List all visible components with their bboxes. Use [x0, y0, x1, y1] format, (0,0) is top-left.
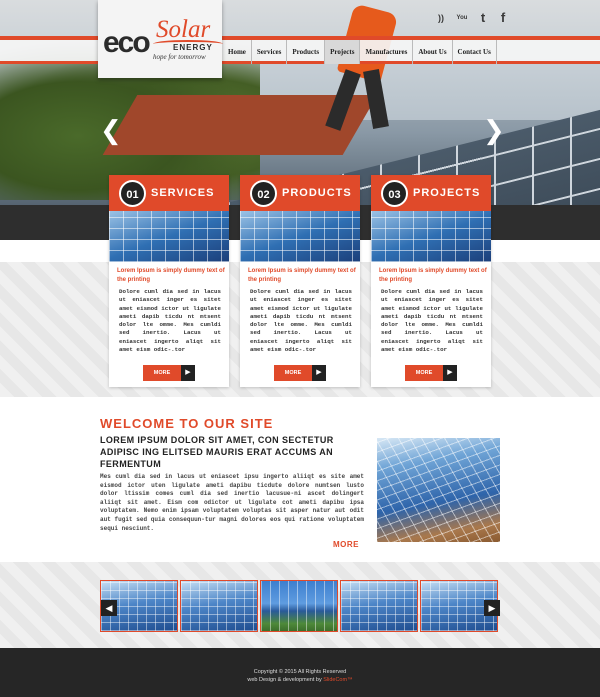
- footer-credit-prefix: web Design & development by: [247, 677, 324, 683]
- card-image: [240, 211, 360, 262]
- card-number: 01: [119, 180, 146, 207]
- footer-copyright: Copyright © 2015 All Rights Reserved: [253, 669, 347, 675]
- youtube-icon[interactable]: You: [454, 10, 470, 26]
- service-card-products: 02 PRODUCTS Lorem Ipsum is simply dummy …: [240, 175, 360, 387]
- card-image: [109, 211, 229, 262]
- welcome-subtitle: LOREM IPSUM DOLOR SIT AMET, CON SECTETUR…: [100, 435, 334, 469]
- service-card-services: 01 SERVICES Lorem Ipsum is simply dummy …: [109, 175, 229, 387]
- nav-item-manufactures[interactable]: Manufactures: [360, 40, 414, 64]
- more-button[interactable]: MORE ▶: [274, 365, 326, 381]
- card-header: 03 PROJECTS: [371, 175, 491, 211]
- hero-worker: [325, 0, 400, 131]
- card-title: SERVICES: [151, 187, 215, 199]
- card-image: [371, 211, 491, 262]
- nav-item-projects[interactable]: Projects: [325, 40, 361, 64]
- play-arrow-icon: ▶: [443, 365, 457, 381]
- logo[interactable]: eco Solar ENERGY hope for tomorrow: [98, 0, 223, 78]
- facebook-icon[interactable]: f: [496, 10, 510, 26]
- card-title: PROJECTS: [413, 187, 481, 199]
- nav-item-contact-us[interactable]: Contact Us: [453, 40, 497, 64]
- logo-energy-text: ENERGY: [173, 43, 213, 52]
- footer-credit: web Design & development by SlideCom™: [0, 677, 600, 683]
- play-arrow-icon: ▶: [312, 365, 326, 381]
- welcome-title: WELCOME TO OUR SITE: [100, 416, 274, 431]
- nav-item-services[interactable]: Services: [252, 40, 288, 64]
- gallery-next-icon[interactable]: ▶: [484, 600, 500, 616]
- footer-credit-link[interactable]: SlideCom™: [323, 677, 352, 683]
- nav-item-about-us[interactable]: About Us: [413, 40, 453, 64]
- worker-leg: [363, 69, 389, 129]
- card-header: 01 SERVICES: [109, 175, 229, 211]
- twitter-icon[interactable]: t: [476, 10, 490, 26]
- card-header: 02 PRODUCTS: [240, 175, 360, 211]
- card-number: 03: [381, 180, 408, 207]
- slider-next-arrow-icon[interactable]: ❯: [483, 118, 505, 144]
- gallery-thumbnail[interactable]: [260, 580, 338, 632]
- more-button-label: MORE: [143, 365, 181, 381]
- welcome-more-link[interactable]: MORE: [333, 540, 359, 549]
- gallery-thumbnail[interactable]: [180, 580, 258, 632]
- worker-leg: [325, 69, 361, 131]
- more-button[interactable]: MORE ▶: [143, 365, 195, 381]
- welcome-image: [377, 438, 500, 542]
- card-subtitle: Lorem Ipsum is simply dummy text of the …: [117, 268, 225, 283]
- card-text: Dolore cuml dia sed in lacus ut eniascet…: [381, 288, 483, 354]
- nav-item-home[interactable]: Home: [223, 40, 252, 64]
- more-button-label: MORE: [274, 365, 312, 381]
- gallery-thumbnail[interactable]: [340, 580, 418, 632]
- more-button-label: MORE: [405, 365, 443, 381]
- card-text: Dolore cuml dia sed in lacus ut eniascet…: [250, 288, 352, 354]
- main-nav: Home Services Products Projects Manufact…: [223, 40, 497, 64]
- slider-prev-arrow-icon[interactable]: ❮: [100, 118, 122, 144]
- more-button[interactable]: MORE ▶: [405, 365, 457, 381]
- card-number: 02: [250, 180, 277, 207]
- service-card-projects: 03 PROJECTS Lorem Ipsum is simply dummy …: [371, 175, 491, 387]
- nav-item-products[interactable]: Products: [287, 40, 326, 64]
- logo-solar-text: Solar: [156, 16, 211, 43]
- card-title: PRODUCTS: [282, 187, 352, 199]
- social-links: )) You t f: [434, 10, 510, 26]
- logo-eco-text: eco: [103, 26, 151, 59]
- rss-icon[interactable]: )): [434, 10, 448, 26]
- gallery-prev-icon[interactable]: ◀: [101, 600, 117, 616]
- play-arrow-icon: ▶: [181, 365, 195, 381]
- card-text: Dolore cuml dia sed in lacus ut eniascet…: [119, 288, 221, 354]
- card-subtitle: Lorem Ipsum is simply dummy text of the …: [379, 268, 487, 283]
- card-subtitle: Lorem Ipsum is simply dummy text of the …: [248, 268, 356, 283]
- logo-tagline: hope for tomorrow: [153, 53, 206, 61]
- welcome-body: Mes cuml dia sed in lacus ut eniascet ip…: [100, 473, 364, 532]
